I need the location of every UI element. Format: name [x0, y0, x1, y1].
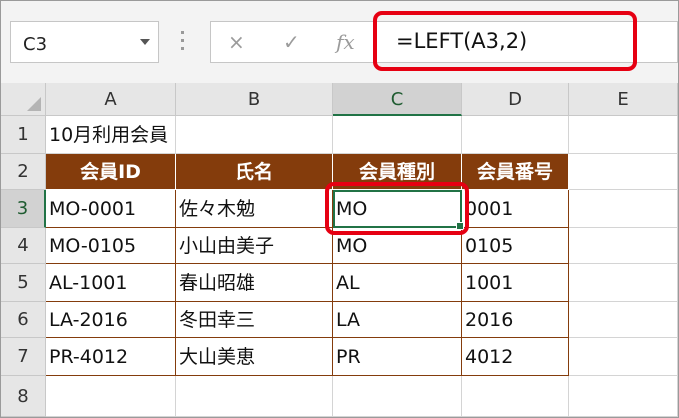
insert-function-icon[interactable]: fx — [336, 30, 355, 54]
name-box[interactable]: C3 — [10, 21, 159, 63]
data-cell[interactable]: LA-2016 — [46, 302, 176, 338]
row-header-1[interactable]: 1 — [1, 116, 46, 154]
cell[interactable] — [569, 376, 678, 417]
cell[interactable] — [176, 376, 333, 417]
row-header-5[interactable]: 5 — [1, 264, 46, 302]
column-header-e[interactable]: E — [569, 83, 678, 116]
select-all-button[interactable] — [1, 83, 46, 116]
data-cell[interactable]: AL-1001 — [46, 264, 176, 302]
data-cell[interactable]: LA — [333, 302, 462, 338]
row-header-3[interactable]: 3 — [1, 190, 46, 228]
data-cell[interactable]: 小山由美子 — [176, 228, 333, 264]
header-cell[interactable]: 会員番号 — [462, 154, 569, 190]
cancel-icon[interactable]: × — [228, 30, 245, 54]
cell[interactable] — [569, 228, 678, 264]
chevron-down-icon[interactable] — [140, 39, 150, 45]
data-cell[interactable]: 佐々木勉 — [176, 190, 333, 228]
cell[interactable] — [462, 116, 569, 154]
formula-buttons: × ✓ fx — [210, 21, 374, 63]
formula-bar: C3 × ✓ fx =LEFT(A3,2) — [1, 1, 678, 83]
data-cell[interactable]: PR — [333, 338, 462, 376]
cell[interactable] — [462, 376, 569, 417]
cell[interactable] — [333, 116, 462, 154]
cell[interactable] — [569, 116, 678, 154]
enter-icon[interactable]: ✓ — [283, 30, 300, 54]
header-cell[interactable]: 氏名 — [176, 154, 333, 190]
data-cell[interactable]: 冬田幸三 — [176, 302, 333, 338]
row-header-7[interactable]: 7 — [1, 338, 46, 376]
drag-handle-icon[interactable] — [181, 31, 185, 53]
excel-window: C3 × ✓ fx =LEFT(A3,2) ABCDE 12345678 10月… — [0, 0, 679, 418]
data-cell[interactable]: AL — [333, 264, 462, 302]
column-header-c[interactable]: C — [333, 83, 462, 116]
data-cell[interactable]: 0105 — [462, 228, 569, 264]
row-header-4[interactable]: 4 — [1, 228, 46, 264]
column-header-d[interactable]: D — [462, 83, 569, 116]
data-cell[interactable]: MO-0001 — [46, 190, 176, 228]
sheet-title-cell[interactable]: 10月利用会員 — [46, 116, 176, 154]
data-cell[interactable]: MO-0105 — [46, 228, 176, 264]
spreadsheet-grid: ABCDE 12345678 10月利用会員 会員ID 氏名 会員種別 会員番号 MO-0… — [1, 83, 678, 417]
data-cell[interactable]: 春山昭雄 — [176, 264, 333, 302]
column-header-b[interactable]: B — [176, 83, 333, 116]
data-cell[interactable]: 大山美恵 — [176, 338, 333, 376]
cell-highlight-box — [325, 182, 469, 235]
cell[interactable] — [569, 154, 678, 190]
data-cell[interactable]: 4012 — [462, 338, 569, 376]
row-header-8[interactable]: 8 — [1, 376, 46, 417]
cell[interactable] — [569, 264, 678, 302]
data-cell[interactable]: 0001 — [462, 190, 569, 228]
data-cell[interactable]: 2016 — [462, 302, 569, 338]
cell[interactable] — [46, 376, 176, 417]
row-header-2[interactable]: 2 — [1, 154, 46, 190]
row-header-6[interactable]: 6 — [1, 302, 46, 338]
name-box-value: C3 — [23, 34, 48, 55]
data-cell[interactable]: PR-4012 — [46, 338, 176, 376]
cell[interactable] — [333, 376, 462, 417]
formula-highlight-box — [373, 11, 637, 71]
cell[interactable] — [569, 190, 678, 228]
cell[interactable] — [569, 338, 678, 376]
cell[interactable] — [569, 302, 678, 338]
header-cell[interactable]: 会員ID — [46, 154, 176, 190]
data-cell[interactable]: 1001 — [462, 264, 569, 302]
column-header-a[interactable]: A — [46, 83, 176, 116]
cell[interactable] — [176, 116, 333, 154]
